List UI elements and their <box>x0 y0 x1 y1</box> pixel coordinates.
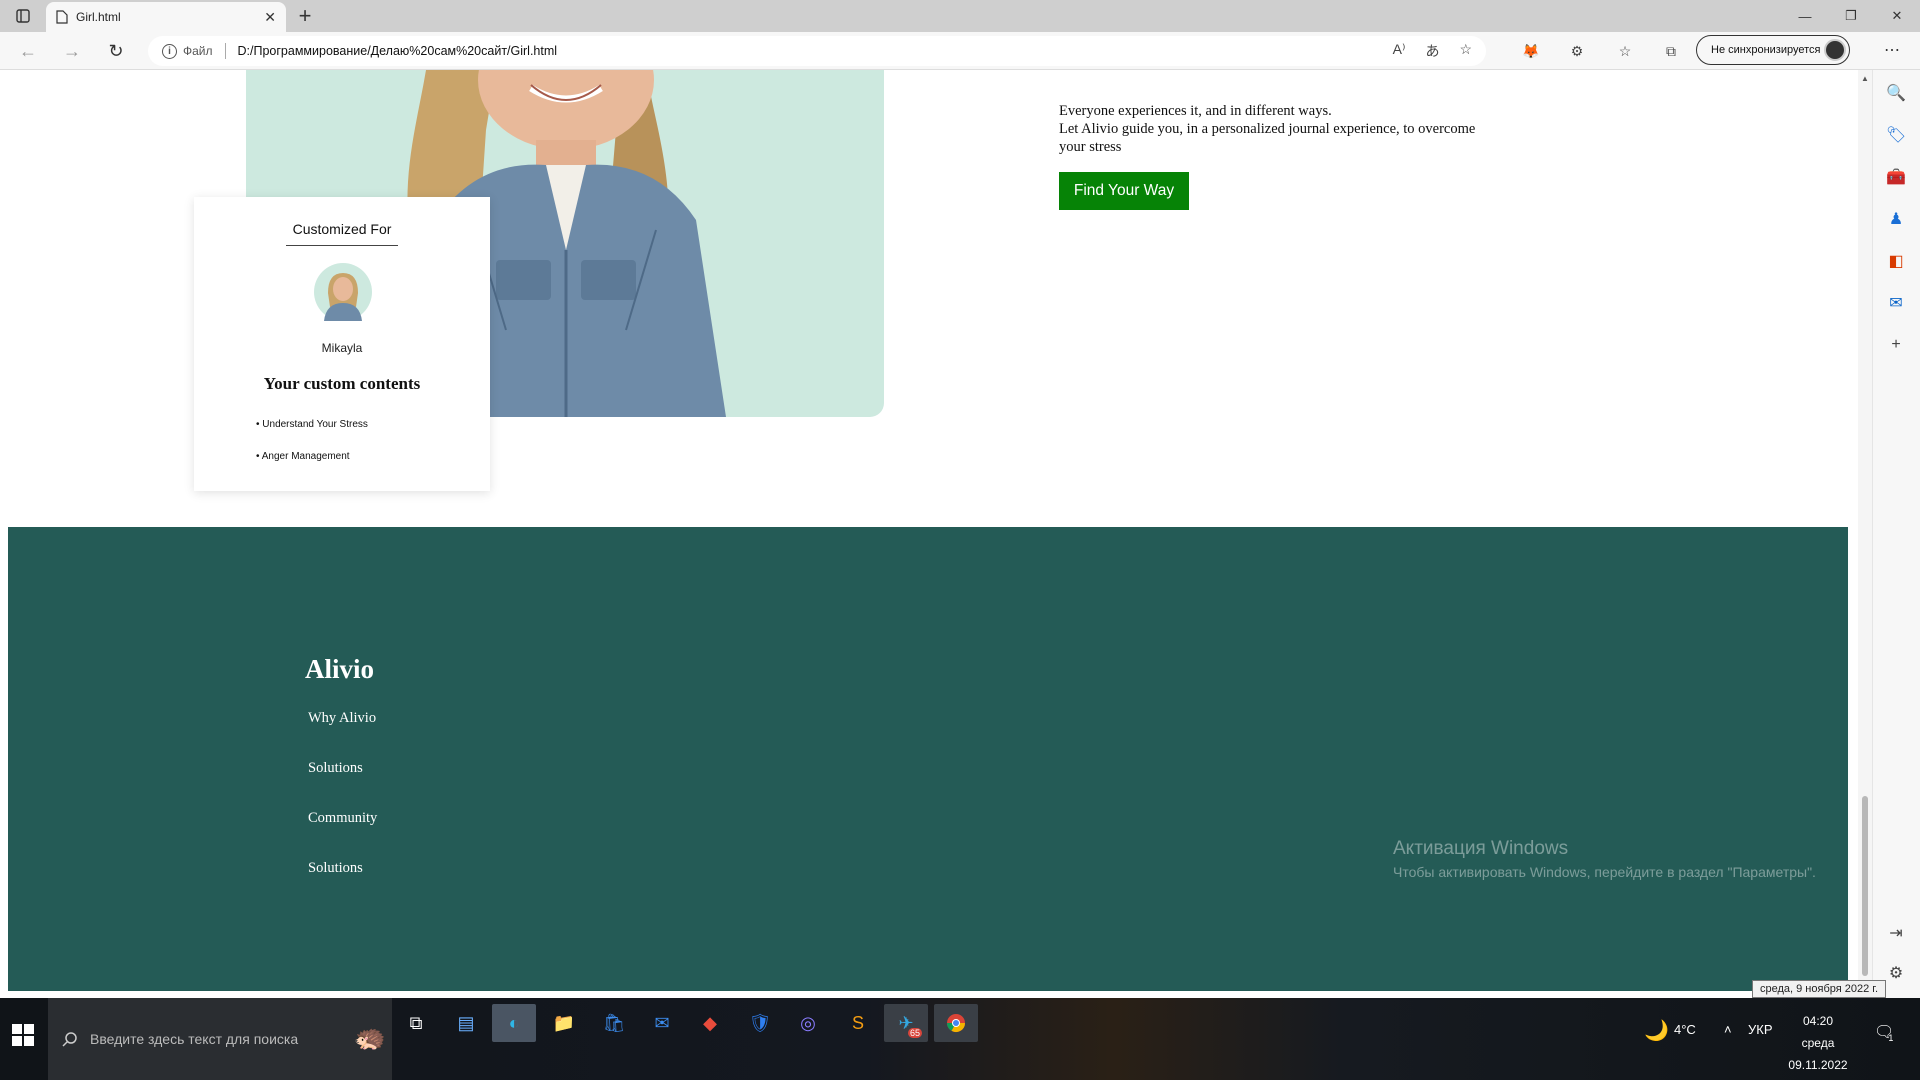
new-tab-icon[interactable]: + <box>292 3 318 29</box>
edge-sidebar: 🔍 🏷 🧰 ♟ ◧ ✉ + ⇥ ⚙ <box>1872 70 1920 998</box>
tools-icon[interactable]: 🧰 <box>1885 166 1907 188</box>
office-icon[interactable]: ◧ <box>1885 250 1907 272</box>
page-icon <box>56 10 68 24</box>
restore-icon[interactable]: ❐ <box>1828 0 1874 32</box>
notifications-icon[interactable]: 🗨1 <box>1874 1022 1899 1043</box>
card-subheading: Your custom contents <box>263 374 421 393</box>
store-icon[interactable]: 🛍 <box>592 1004 636 1042</box>
metamask-extension-icon[interactable]: 🦊 <box>1520 40 1542 62</box>
clock-time: 04:20 <box>1802 1014 1834 1028</box>
monitor-app-icon[interactable]: ▤ <box>444 1004 488 1042</box>
read-aloud-icon[interactable]: A⁾ <box>1393 41 1406 61</box>
info-icon[interactable]: i <box>162 43 177 59</box>
address-separator <box>224 43 226 59</box>
search-placeholder: Введите здесь текст для поиска <box>90 1031 299 1047</box>
footer-link-community[interactable]: Community <box>308 810 377 827</box>
user-name: Mikayla <box>321 341 363 355</box>
intro-line: Let Alivio guide you, in a personalized … <box>1059 121 1476 155</box>
close-tab-icon[interactable]: ✕ <box>264 9 276 26</box>
intro-line: Everyone experiences it, and in differen… <box>1059 103 1332 119</box>
address-bar[interactable]: i Файл D:/Программирование/Делаю%20сам%2… <box>148 36 1486 66</box>
content-item[interactable]: • Anger Management <box>256 451 350 462</box>
windows-activation-title: Активация Windows <box>1393 838 1569 859</box>
more-menu-icon[interactable]: ⋯ <box>1884 40 1900 60</box>
translate-icon[interactable]: あ <box>1425 41 1439 61</box>
date-tooltip: среда, 9 ноября 2022 г. <box>1752 980 1886 998</box>
taskbar-search[interactable]: Введите здесь текст для поиска 🦔 <box>48 998 392 1080</box>
figma-like-app-icon[interactable]: ◆ <box>688 1004 732 1042</box>
page-viewport: Customized For Mikayla Your custom conte… <box>0 70 1858 998</box>
notification-count: 1 <box>1888 1033 1894 1043</box>
file-label: Файл <box>183 44 213 58</box>
hide-sidebar-icon[interactable]: ⇥ <box>1885 922 1907 944</box>
back-icon[interactable]: ← <box>16 40 40 62</box>
forward-icon[interactable]: → <box>60 40 84 62</box>
tab-title: Girl.html <box>76 10 121 24</box>
sync-label: Не синхронизируется <box>1711 44 1821 56</box>
find-your-way-button[interactable]: Find Your Way <box>1059 172 1189 210</box>
taskbar-clock[interactable]: 04:20 среда 09.11.2022 <box>1770 1010 1866 1076</box>
sublime-text-icon[interactable]: S <box>836 1004 880 1042</box>
url-text[interactable]: D:/Программирование/Делаю%20сам%20сайт/G… <box>238 44 1393 58</box>
customized-card: Customized For Mikayla Your custom conte… <box>194 197 490 491</box>
hedgehog-search-highlight-icon[interactable]: 🦔 <box>354 1022 386 1053</box>
windows-start-icon[interactable] <box>12 1024 34 1046</box>
scroll-up-icon[interactable]: ▲ <box>1861 74 1869 83</box>
weather-moon-icon[interactable]: 🌙 <box>1644 1018 1669 1043</box>
telegram-badge: 65 <box>907 1028 922 1038</box>
telegram-icon[interactable]: ✈ 65 <box>884 1004 928 1042</box>
shopping-icon[interactable]: 🏷 <box>1885 124 1907 146</box>
eclipse-app-icon[interactable]: ◎ <box>786 1004 830 1042</box>
edge-taskbar-icon[interactable]: ◐ <box>492 1004 536 1042</box>
extensions-icon[interactable]: ⚙ <box>1566 40 1588 62</box>
windows-activation-subtitle: Чтобы активировать Windows, перейдите в … <box>1393 864 1816 880</box>
search-icon <box>62 1032 77 1047</box>
tray-expand-icon[interactable]: ˄ <box>1724 1022 1732 1037</box>
weather-temperature[interactable]: 4°C <box>1674 1022 1696 1037</box>
add-sidebar-app-icon[interactable]: + <box>1885 334 1907 356</box>
outlook-icon[interactable]: ✉ <box>1885 292 1907 314</box>
window-close-icon[interactable]: ✕ <box>1874 0 1920 32</box>
browser-toolbar: ← → ↻ i Файл D:/Программирование/Делаю%2… <box>0 32 1920 70</box>
browser-tab[interactable]: Girl.html ✕ <box>46 2 286 32</box>
card-heading: Customized For <box>286 221 398 246</box>
settings-gear-icon[interactable]: ⚙ <box>1885 962 1907 984</box>
games-icon[interactable]: ♟ <box>1885 208 1907 230</box>
content-item[interactable]: • Understand Your Stress <box>256 419 368 430</box>
clock-day: среда <box>1801 1036 1835 1050</box>
footer-link-solutions-2[interactable]: Solutions <box>308 860 363 877</box>
scrollbar-thumb[interactable] <box>1862 796 1868 976</box>
profile-sync-button[interactable]: Не синхронизируется <box>1696 35 1850 65</box>
add-favorite-icon[interactable]: ☆ <box>1459 41 1472 61</box>
security-app-icon[interactable]: 🛡 <box>738 1004 782 1042</box>
favorites-icon[interactable]: ☆ <box>1614 40 1636 62</box>
search-icon[interactable]: 🔍 <box>1885 82 1907 104</box>
chrome-icon[interactable] <box>934 1004 978 1042</box>
page-scrollbar[interactable]: ▲ ▼ <box>1858 70 1872 998</box>
site-footer: Alivio Why Alivio Solutions Community So… <box>8 527 1848 991</box>
mail-icon[interactable]: ✉ <box>640 1004 684 1042</box>
task-view-icon[interactable]: ⧉ <box>394 1004 438 1042</box>
minimize-icon[interactable]: — <box>1782 0 1828 32</box>
footer-link-solutions[interactable]: Solutions <box>308 760 363 777</box>
clock-date: 09.11.2022 <box>1788 1058 1848 1072</box>
footer-brand[interactable]: Alivio <box>305 654 374 685</box>
collections-icon[interactable]: ⧉ <box>1660 40 1682 62</box>
windows-taskbar: Введите здесь текст для поиска 🦔 ⧉ ▤ ◐ 📁… <box>0 998 1920 1080</box>
refresh-icon[interactable]: ↻ <box>104 40 128 62</box>
language-indicator[interactable]: УКР <box>1748 1022 1773 1037</box>
profile-avatar-photo <box>314 263 372 321</box>
profile-avatar <box>1824 39 1846 61</box>
footer-link-why-alivio[interactable]: Why Alivio <box>308 710 376 727</box>
tab-actions-icon[interactable] <box>12 6 34 26</box>
file-explorer-icon[interactable]: 📁 <box>542 1004 586 1042</box>
intro-text: Everyone experiences it, and in differen… <box>1059 102 1479 156</box>
browser-tab-strip: Girl.html ✕ + — ❐ ✕ <box>0 0 1920 32</box>
